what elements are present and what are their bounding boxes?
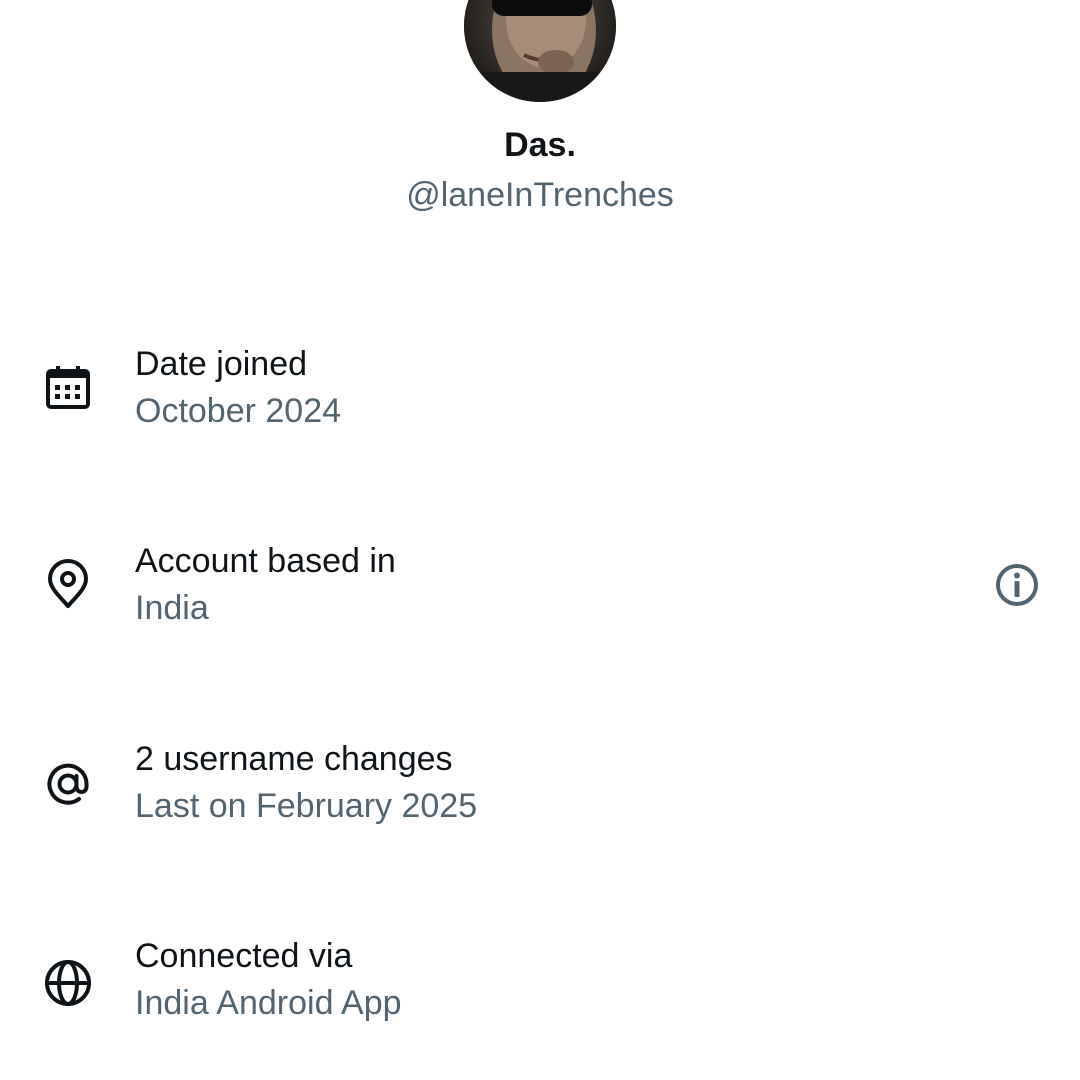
username-handle: @laneInTrenches bbox=[406, 176, 674, 214]
detail-value: India Android App bbox=[135, 984, 402, 1022]
detail-row-connected-via: Connected via India Android App bbox=[0, 935, 1080, 1045]
location-pin-icon bbox=[40, 558, 96, 614]
detail-title: Connected via bbox=[135, 937, 353, 975]
detail-title: 2 username changes bbox=[135, 740, 453, 778]
about-account-page: Das. @laneInTrenches Date joined October… bbox=[0, 0, 1080, 1080]
info-icon[interactable] bbox=[992, 560, 1042, 610]
detail-value: Last on February 2025 bbox=[135, 787, 478, 825]
detail-value: October 2024 bbox=[135, 392, 342, 430]
detail-value: India bbox=[135, 589, 209, 627]
globe-icon bbox=[40, 955, 96, 1011]
avatar-photo bbox=[464, 0, 616, 102]
detail-title: Date joined bbox=[135, 345, 308, 383]
detail-row-account-based-in: Account based in India bbox=[0, 540, 1080, 650]
at-sign-icon bbox=[40, 756, 96, 812]
display-name: Das. bbox=[504, 126, 576, 164]
detail-row-date-joined: Date joined October 2024 bbox=[0, 343, 1080, 453]
calendar-icon bbox=[40, 361, 96, 417]
detail-row-username-changes: 2 username changes Last on February 2025 bbox=[0, 738, 1080, 848]
avatar[interactable] bbox=[464, 0, 616, 102]
detail-title: Account based in bbox=[135, 542, 396, 580]
